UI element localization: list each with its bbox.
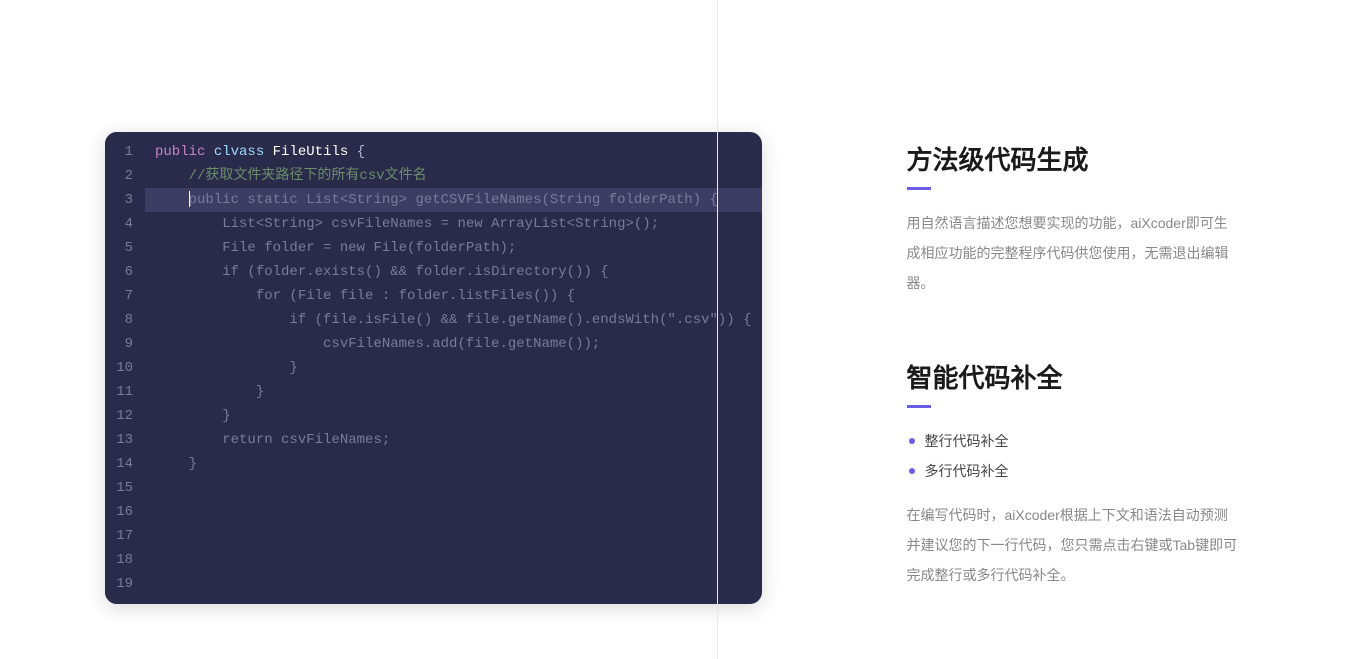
code-line[interactable]: } <box>145 452 762 476</box>
code-token <box>155 264 222 280</box>
line-number: 6 <box>105 260 145 284</box>
code-line[interactable]: public static List<String> getCSVFileNam… <box>145 188 762 212</box>
code-token: csvFileNames.add(file.getName()); <box>323 336 600 352</box>
code-token: } <box>289 360 297 376</box>
section-code-completion: 智能代码补全 整行代码补全 多行代码补全 在编写代码时，aiXcoder根据上下… <box>907 358 1242 590</box>
code-token <box>155 312 289 328</box>
line-number: 16 <box>105 500 145 524</box>
code-line[interactable] <box>145 572 762 596</box>
bullet-item: 多行代码补全 <box>907 456 1242 486</box>
code-token <box>155 240 222 256</box>
code-editor[interactable]: 12345678910111213141516171819 public clv… <box>105 132 762 604</box>
right-panel: 方法级代码生成 用自然语言描述您想要实现的功能，aiXcoder即可生成相应功能… <box>762 50 1242 609</box>
line-number: 2 <box>105 164 145 188</box>
code-token: if (folder.exists() && folder.isDirector… <box>222 264 608 280</box>
line-number: 13 <box>105 428 145 452</box>
code-token: FileUtils <box>273 144 349 160</box>
line-number: 15 <box>105 476 145 500</box>
code-token <box>155 168 189 184</box>
line-number: 8 <box>105 308 145 332</box>
line-number: 3 <box>105 188 145 212</box>
code-token <box>264 144 272 160</box>
code-line[interactable] <box>145 524 762 548</box>
code-token <box>155 456 189 472</box>
code-token: public <box>155 144 205 160</box>
line-number: 12 <box>105 404 145 428</box>
code-token: //获取文件夹路径下的所有csv文件名 <box>189 168 427 184</box>
line-number: 1 <box>105 140 145 164</box>
code-area[interactable]: public clvass FileUtils { //获取文件夹路径下的所有c… <box>145 132 762 604</box>
line-number: 9 <box>105 332 145 356</box>
code-line[interactable]: if (folder.exists() && folder.isDirector… <box>145 260 762 284</box>
code-line[interactable]: for (File file : folder.listFiles()) { <box>145 284 762 308</box>
section-description: 用自然语言描述您想要实现的功能，aiXcoder即可生成相应功能的完整程序代码供… <box>907 208 1242 298</box>
code-line[interactable] <box>145 548 762 572</box>
line-number-gutter: 12345678910111213141516171819 <box>105 132 145 604</box>
code-token: clvass <box>214 144 264 160</box>
line-number: 18 <box>105 548 145 572</box>
line-number: 4 <box>105 212 145 236</box>
title-underline <box>907 405 931 408</box>
code-line[interactable]: List<String> csvFileNames = new ArrayLis… <box>145 212 762 236</box>
code-token <box>155 288 256 304</box>
code-token <box>155 192 189 208</box>
line-number: 17 <box>105 524 145 548</box>
code-token: List<String> csvFileNames = new ArrayLis… <box>222 216 659 232</box>
code-line[interactable]: } <box>145 356 762 380</box>
code-line[interactable]: File folder = new File(folderPath); <box>145 236 762 260</box>
code-token: } <box>256 384 264 400</box>
title-underline <box>907 187 931 190</box>
code-token <box>155 384 256 400</box>
line-number: 11 <box>105 380 145 404</box>
section-title: 智能代码补全 <box>907 358 1242 395</box>
code-line[interactable] <box>145 500 762 524</box>
left-panel: 12345678910111213141516171819 public clv… <box>105 50 762 609</box>
code-token <box>155 216 222 232</box>
code-token <box>155 336 323 352</box>
line-number: 14 <box>105 452 145 476</box>
line-number: 10 <box>105 356 145 380</box>
line-number: 7 <box>105 284 145 308</box>
section-title: 方法级代码生成 <box>907 140 1242 177</box>
vertical-divider <box>717 0 718 659</box>
code-line[interactable]: return csvFileNames; <box>145 428 762 452</box>
code-token: if (file.isFile() && file.getName().ends… <box>289 312 751 328</box>
line-number: 5 <box>105 236 145 260</box>
code-token: public static List<String> getCSVFileNam… <box>189 192 718 208</box>
code-line[interactable]: public clvass FileUtils { <box>145 140 762 164</box>
code-line[interactable] <box>145 476 762 500</box>
bullet-list: 整行代码补全 多行代码补全 <box>907 426 1242 486</box>
bullet-item: 整行代码补全 <box>907 426 1242 456</box>
code-token: { <box>357 144 365 160</box>
code-token: } <box>189 456 197 472</box>
code-token <box>155 432 222 448</box>
code-token <box>348 144 356 160</box>
code-token: File folder = new File(folderPath); <box>222 240 516 256</box>
code-line[interactable]: } <box>145 380 762 404</box>
code-token: return csvFileNames; <box>222 432 390 448</box>
code-line[interactable]: } <box>145 404 762 428</box>
code-token <box>155 408 222 424</box>
section-description: 在编写代码时，aiXcoder根据上下文和语法自动预测并建议您的下一行代码，您只… <box>907 500 1242 590</box>
code-token: } <box>222 408 230 424</box>
code-token <box>155 360 289 376</box>
line-number: 19 <box>105 572 145 596</box>
code-line[interactable]: csvFileNames.add(file.getName()); <box>145 332 762 356</box>
code-line[interactable]: //获取文件夹路径下的所有csv文件名 <box>145 164 762 188</box>
code-line[interactable]: if (file.isFile() && file.getName().ends… <box>145 308 762 332</box>
section-method-generation: 方法级代码生成 用自然语言描述您想要实现的功能，aiXcoder即可生成相应功能… <box>907 140 1242 298</box>
code-token <box>205 144 213 160</box>
code-token: for (File file : folder.listFiles()) { <box>256 288 575 304</box>
